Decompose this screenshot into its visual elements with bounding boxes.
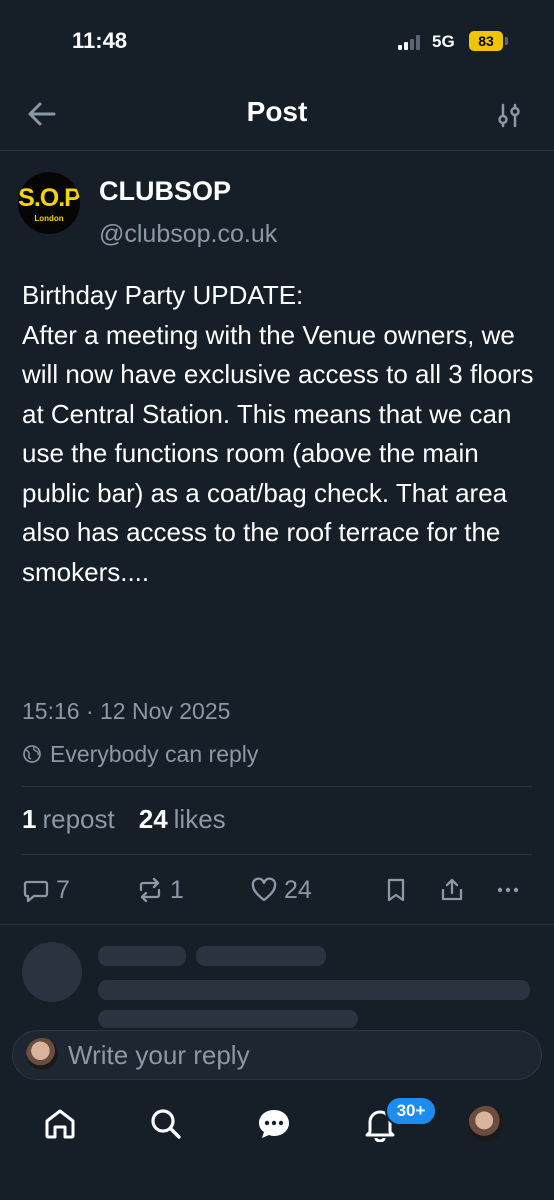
- likes-label: likes: [173, 804, 226, 834]
- sort-options-button[interactable]: [494, 100, 524, 130]
- network-type: 5G: [432, 32, 455, 51]
- post-timestamp: 15:16 · 12 Nov 2025: [22, 698, 231, 724]
- repost-icon: [139, 877, 161, 903]
- likes-stat[interactable]: 24 likes: [139, 804, 226, 835]
- skeleton-line: [98, 1010, 358, 1028]
- share-button[interactable]: [438, 872, 466, 908]
- reposts-count: 1: [22, 804, 37, 834]
- sliders-icon: [498, 103, 520, 128]
- battery-tip: [505, 37, 508, 45]
- skeleton-line: [196, 946, 326, 966]
- user-avatar: [26, 1038, 58, 1070]
- reposts-stat[interactable]: 1 repost: [22, 804, 115, 835]
- status-time: 11:48: [72, 28, 128, 53]
- search-icon: [151, 1109, 181, 1139]
- avatar-logo-text: S.O.P: [18, 184, 80, 212]
- bookmark-icon: [387, 878, 405, 902]
- divider: [22, 786, 532, 787]
- like-button[interactable]: 24: [250, 872, 312, 908]
- avatar-logo-subtext: London: [34, 214, 64, 223]
- share-icon: [441, 878, 463, 901]
- reply-count: 7: [56, 875, 70, 904]
- nav-search[interactable]: [148, 1106, 184, 1142]
- reposts-label: repost: [42, 804, 115, 834]
- battery-indicator: 83: [469, 31, 503, 51]
- nav-home[interactable]: [42, 1106, 78, 1142]
- reply-button[interactable]: 7: [22, 872, 70, 908]
- page-title: Post: [246, 96, 308, 127]
- divider: [22, 854, 532, 855]
- nav-profile-avatar[interactable]: [468, 1106, 504, 1142]
- skeleton-avatar: [22, 942, 82, 1002]
- reply-setting-label: Everybody can reply: [50, 740, 259, 767]
- nav-chat[interactable]: [256, 1106, 292, 1142]
- skeleton-line: [98, 980, 530, 1000]
- more-options-button[interactable]: [494, 872, 522, 908]
- post-stats: 1 repost 24 likes: [22, 804, 226, 835]
- chat-icon: [259, 1110, 289, 1138]
- author-handle[interactable]: @clubsop.co.uk: [99, 220, 277, 249]
- author-avatar[interactable]: S.O.P London: [18, 172, 80, 234]
- more-icon: [497, 887, 519, 893]
- globe-icon: [23, 745, 41, 763]
- notifications-badge: 30+: [385, 1096, 437, 1126]
- divider: [0, 924, 554, 925]
- like-count: 24: [284, 875, 312, 904]
- home-icon: [45, 1109, 75, 1139]
- likes-count: 24: [138, 804, 168, 834]
- reply-setting: Everybody can reply: [22, 738, 258, 770]
- repost-count: 1: [170, 875, 184, 904]
- author-name[interactable]: CLUBSOP: [99, 176, 231, 207]
- heart-icon: [251, 877, 277, 902]
- reply-input[interactable]: [68, 1038, 508, 1072]
- header-divider: [0, 150, 554, 151]
- bookmark-button[interactable]: [382, 872, 410, 908]
- signal-icon: [398, 34, 424, 50]
- post-text: Birthday Party UPDATE: After a meeting w…: [22, 280, 534, 587]
- reply-icon: [23, 880, 49, 903]
- skeleton-line: [98, 946, 186, 966]
- repost-button[interactable]: 1: [136, 872, 184, 908]
